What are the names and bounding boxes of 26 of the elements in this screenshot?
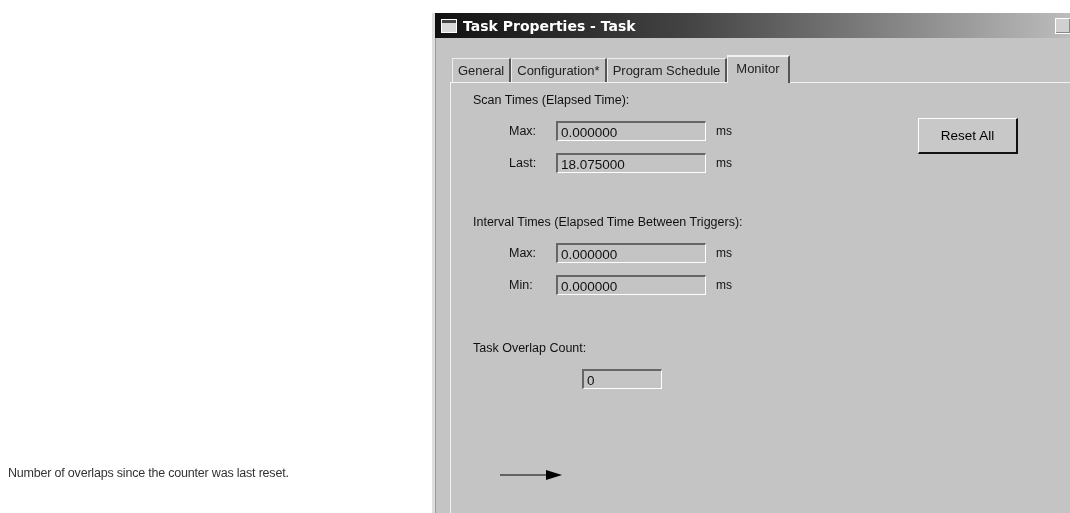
section-heading: Task Overlap Count:	[473, 341, 588, 355]
value-field[interactable]: 0.000000	[556, 243, 706, 263]
unit-label: ms	[716, 156, 732, 170]
section-heading: Scan Times (Elapsed Time):	[473, 93, 631, 107]
reset-all-button[interactable]: Reset All	[918, 118, 1018, 154]
count-field[interactable]: 0	[582, 369, 662, 389]
tab[interactable]: Monitor	[727, 55, 790, 83]
tab[interactable]: General	[452, 58, 512, 82]
tab[interactable]: Program Schedule	[606, 58, 728, 82]
value-field[interactable]: 0.000000	[556, 275, 706, 295]
minimize-button[interactable]	[1055, 17, 1070, 34]
unit-label: ms	[716, 246, 732, 260]
field-label: Max:	[509, 246, 538, 260]
window-icon	[441, 18, 457, 33]
value-field[interactable]: 18.075000	[556, 153, 706, 173]
window-title: Task Properties - Task	[463, 17, 636, 34]
field-label: Min:	[509, 278, 534, 292]
unit-label: ms	[716, 124, 732, 138]
value-field[interactable]: 0.000000	[556, 121, 706, 141]
tab[interactable]: Configuration*	[511, 58, 607, 82]
field-label: Max:	[509, 124, 538, 138]
leader-arrow	[500, 469, 562, 481]
callout-text: Number of overlaps since the counter was last reset.	[8, 466, 289, 480]
field-label: Last:	[509, 156, 538, 170]
section-heading: Interval Times (Elapsed Time Between Triggers):	[473, 215, 744, 229]
unit-label: ms	[716, 278, 732, 292]
